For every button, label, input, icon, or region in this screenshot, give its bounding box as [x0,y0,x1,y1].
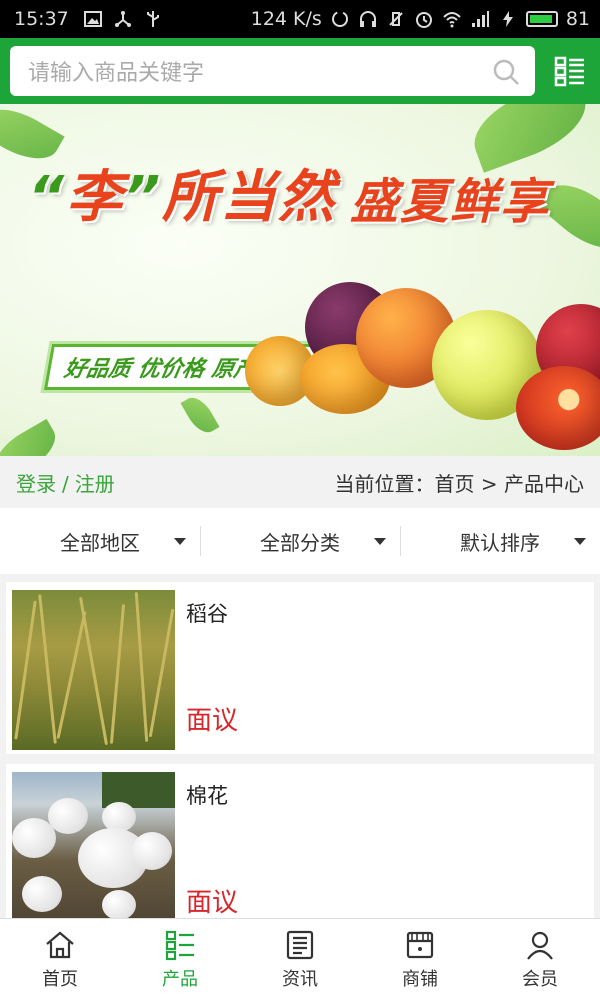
bottom-tab-bar: 首页 产品 资讯 商铺 会员 [0,918,600,1000]
breadcrumb-bar: 登录 / 注册 当前位置：首页 > 产品中心 [0,456,600,508]
news-icon [286,930,314,959]
filter-sort-label: 默认排序 [460,530,540,555]
home-icon [46,931,74,958]
cut-plum-image [516,366,600,450]
chevron-down-icon [574,538,586,545]
tab-shops-label: 商铺 [402,968,438,990]
login-link[interactable]: 登录 [16,472,56,496]
list-item[interactable]: 棉花 面议 [6,764,594,918]
filter-category-dropdown[interactable]: 全部分类 [200,508,400,574]
header: 请输入商品关键字 [0,38,600,104]
network-speed: 124 K/s [250,8,322,30]
chevron-down-icon [374,538,386,545]
charging-icon [502,11,513,27]
breadcrumb: 当前位置：首页 > 产品中心 [334,471,584,496]
tab-home[interactable]: 首页 [0,919,120,1000]
product-price: 面议 [186,706,239,736]
user-icon [527,931,553,960]
tab-home-label: 首页 [42,968,78,990]
screen: 15:37 124 K/s 81 请输入商品关键字 “李”所当然 盛夏鲜享 好品… [0,0,600,1000]
tab-member-label: 会员 [522,968,558,990]
status-time: 15:37 [14,8,69,30]
leaf-decoration [180,392,220,438]
banner-title: “李”所当然 [28,152,336,233]
banner-title-char: 李 [66,165,125,230]
image-icon [83,11,102,27]
sync-icon [331,11,348,27]
product-list: 稻谷 面议 棉花 面议 [0,574,600,918]
battery-icon [525,11,558,27]
filter-sort-dropdown[interactable]: 默认排序 [400,508,600,574]
product-image-rice [12,590,175,750]
vibrate-off-icon [389,12,403,26]
product-price: 面议 [186,888,239,918]
list-icon [165,930,194,960]
promo-banner[interactable]: “李”所当然 盛夏鲜享 好品质 优价格 原产地直销 [0,104,600,456]
share-icon [114,11,131,27]
list-item[interactable]: 稻谷 面议 [6,582,594,754]
leaf-decoration [0,418,65,456]
chevron-down-icon [174,538,186,545]
alarm-icon [415,12,432,28]
product-name: 棉花 [186,784,228,808]
tab-products-label: 产品 [162,968,198,990]
auth-separator: / [62,471,69,496]
tab-news-label: 资讯 [282,968,318,990]
banner-quote-open: “ [28,165,67,230]
wifi-icon [443,12,461,28]
tab-member[interactable]: 会员 [480,919,600,1000]
usb-icon [146,11,159,27]
signal-icon [471,11,489,27]
filter-bar: 全部地区 全部分类 默认排序 [0,508,600,574]
battery-level: 81 [565,8,590,30]
search-input[interactable]: 请输入商品关键字 [10,46,535,96]
banner-title-rest: 所当然 [162,165,337,230]
auth-links: 登录 / 注册 [16,468,115,497]
banner-quote-close: ” [124,165,163,230]
search-placeholder: 请输入商品关键字 [28,61,205,86]
headset-icon [359,11,376,27]
tab-news[interactable]: 资讯 [240,919,360,1000]
filter-category-label: 全部分类 [260,530,340,555]
banner-title-right: 盛夏鲜享 [350,174,551,230]
shop-icon [406,931,434,958]
status-bar: 15:37 124 K/s 81 [0,0,600,38]
filter-region-label: 全部地区 [60,530,140,555]
product-name: 稻谷 [186,602,228,626]
product-image-cotton [12,772,175,918]
category-menu-icon[interactable] [554,55,586,87]
search-icon[interactable] [491,57,521,87]
tab-shops[interactable]: 商铺 [360,919,480,1000]
tab-products[interactable]: 产品 [120,919,240,1000]
register-link[interactable]: 注册 [75,472,115,496]
filter-region-dropdown[interactable]: 全部地区 [0,508,200,574]
